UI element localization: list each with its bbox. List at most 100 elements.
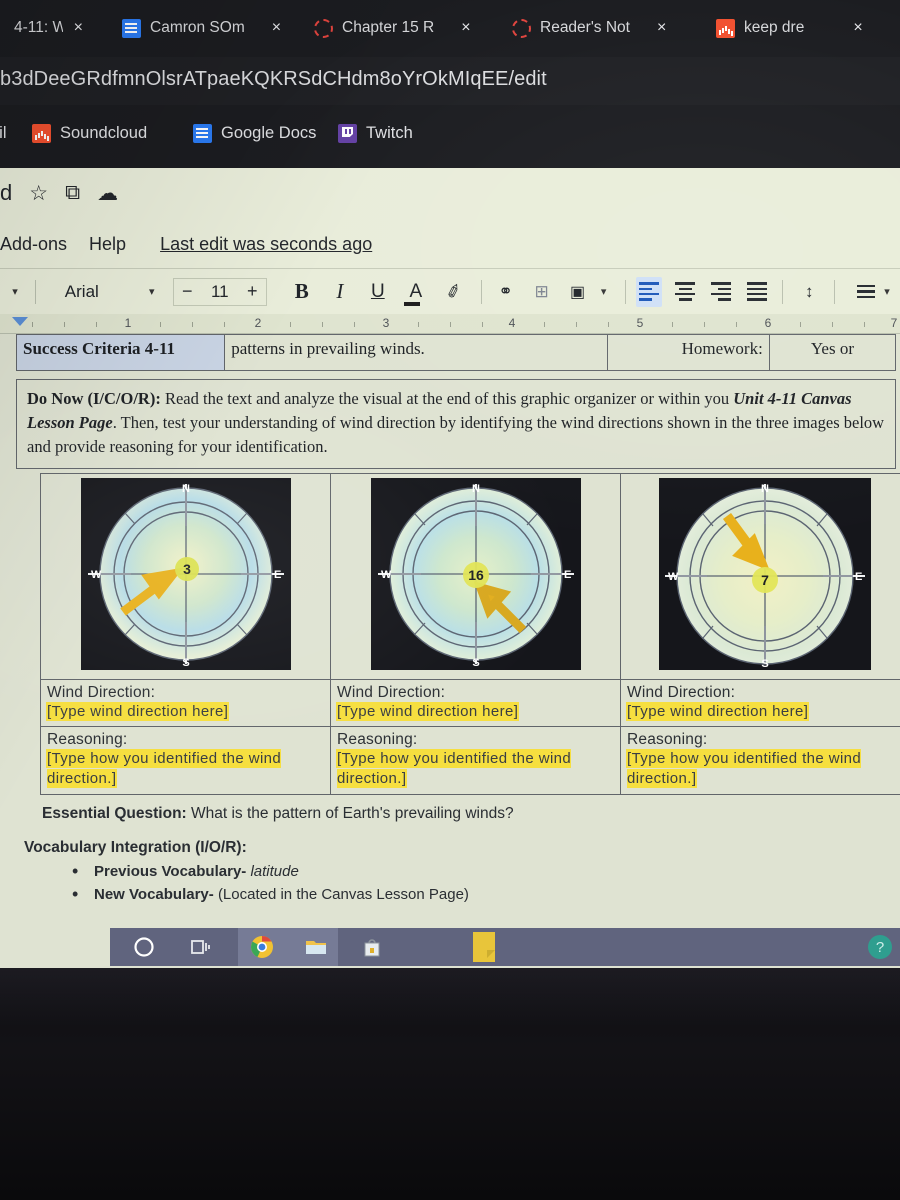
ruler-number: 3 [382,316,390,330]
wind-direction-input[interactable]: [Type wind direction here] [47,702,229,720]
essential-question: Essential Question: What is the pattern … [42,805,900,823]
star-icon[interactable]: ☆ [29,181,48,206]
tab-close-icon[interactable]: × [461,19,470,37]
vocabulary-list: Previous Vocabulary- latitude New Vocabu… [72,861,900,905]
tab-close-icon[interactable]: × [657,19,666,37]
do-now-text-1: Read the text and analyze the visual at … [160,389,730,408]
bold-button[interactable]: B [289,277,315,307]
reasoning-label: Reasoning: [47,731,128,749]
align-center-button[interactable] [672,277,698,307]
do-now-cell: Do Now (I/C/O/R): Read the text and anal… [16,379,896,469]
do-now-lead: Do Now (I/C/O/R): [27,389,161,408]
font-size-value[interactable]: 11 [201,282,239,302]
toolbar-divider [782,279,784,304]
tab-close-icon[interactable]: × [74,19,83,37]
chevron-down-icon[interactable]: ▾ [2,277,28,307]
wind-direction-cell-2[interactable]: Wind Direction: [Type wind direction her… [330,678,621,728]
wind-direction-input[interactable]: [Type wind direction here] [627,702,809,720]
list-item: Previous Vocabulary- latitude [72,861,900,882]
wind-direction-input[interactable]: [Type wind direction here] [337,702,519,720]
align-right-icon [711,282,732,301]
bookmark-soundcloud[interactable]: Soundcloud [32,124,147,143]
bookmark-gmail[interactable]: ail [0,124,7,143]
compass-east-label-3: E [855,571,862,583]
homework-value: Yes or [768,334,897,371]
underline-button[interactable]: U [365,277,391,307]
document-ruler[interactable]: 1 2 3 4 5 6 7 [0,314,900,334]
browser-tab-4[interactable]: keep dre × [712,8,867,48]
chrome-icon[interactable] [248,933,276,961]
google-docs-app: d ☆ ⧉ ☁ Add-ons Help Last edit was secon… [0,168,900,1104]
browser-tab-0[interactable]: 4-11: Wi × [0,8,87,48]
compass-center-number-3: 7 [761,572,769,588]
success-criteria-title: Success Criteria 4-11 [15,334,226,371]
docs-title-bar: d ☆ ⧉ ☁ Add-ons Help Last edit was secon… [0,168,900,254]
insert-image-caret-icon[interactable]: ▾ [591,277,617,307]
insert-link-icon[interactable]: ⚭ [493,277,519,307]
line-spacing-icon[interactable]: ↕ [796,277,822,307]
toolbar-divider [834,279,835,304]
indent-marker-icon[interactable] [12,317,28,326]
bookmark-twitch[interactable]: Twitch [338,124,413,143]
highlight-color-icon[interactable]: ✐ [437,273,471,310]
reasoning-input[interactable]: [Type how you identified the wind direct… [627,750,862,788]
reasoning-cell-3[interactable]: Reasoning: [Type how you identified the … [620,726,900,795]
align-justify-icon [747,282,768,301]
omnibox[interactable]: b3dDeeGRdfmnOlsrATpaeKQKRSdCHdm8oYrOkMIq… [0,57,900,105]
tab-label: 4-11: Wi [14,19,63,36]
compass-north-label-1: N [182,483,190,495]
compass-rose-image-2: 16 N S W E [370,477,581,670]
help-icon[interactable]: ? [868,935,892,959]
reasoning-input[interactable]: [Type how you identified the wind direct… [337,750,572,788]
cortana-circle-icon[interactable] [130,933,158,961]
tab-label: keep dre [744,19,805,36]
align-right-button[interactable] [708,277,734,307]
google-docs-icon [193,124,212,143]
compass-cell-1: 3 N S W E [40,472,331,680]
tab-label: Camron SOm [150,19,245,36]
compass-east-label-2: E [564,569,571,581]
numbered-list-caret-icon[interactable]: ▾ [874,277,900,307]
table-row: Do Now (I/C/O/R): Read the text and anal… [16,379,896,469]
browser-tab-3[interactable]: Reader's Not × [508,8,670,48]
insert-image-icon[interactable]: ▣ [565,277,591,307]
sticky-note-icon[interactable] [468,930,500,964]
browser-tab-2[interactable]: Chapter 15 R × [310,8,475,48]
task-view-icon[interactable] [186,933,214,961]
font-family-select[interactable]: Arial [43,282,139,302]
align-justify-button[interactable] [744,277,770,307]
bookmark-label: Twitch [366,124,413,142]
reasoning-label: Reasoning: [337,731,418,749]
numbered-list-button[interactable] [848,277,875,307]
tab-close-icon[interactable]: × [272,19,281,37]
font-size-stepper[interactable]: − 11 + [172,277,267,306]
move-to-folder-icon[interactable]: ⧉ [65,181,80,205]
browser-tab-1[interactable]: Camron SOm × [118,8,285,48]
compass-rose-svg-1: 3 N S W E [80,477,291,670]
wind-direction-cell-3[interactable]: Wind Direction: [Type wind direction her… [620,678,900,728]
cloud-saved-icon[interactable]: ☁ [97,181,118,206]
font-size-increase-button[interactable]: + [239,281,266,302]
list-item: New Vocabulary- (Located in the Canvas L… [72,884,900,905]
microsoft-store-icon[interactable] [358,933,386,961]
ruler-number: 6 [764,316,772,330]
align-left-button[interactable] [636,276,663,307]
table-row: Wind Direction: [Type wind direction her… [40,678,900,728]
menu-help[interactable]: Help [89,234,126,255]
wind-direction-cell-1[interactable]: Wind Direction: [Type wind direction her… [40,678,331,728]
last-edit-status[interactable]: Last edit was seconds ago [160,234,372,255]
add-comment-icon[interactable]: ⊞ [529,277,555,307]
reasoning-cell-2[interactable]: Reasoning: [Type how you identified the … [330,726,621,795]
italic-button[interactable]: I [327,277,353,307]
reasoning-input[interactable]: [Type how you identified the wind direct… [47,750,282,788]
menu-add-ons[interactable]: Add-ons [0,234,67,255]
compass-south-label-2: S [472,657,479,669]
text-color-button[interactable]: A [403,277,429,307]
font-size-decrease-button[interactable]: − [174,281,201,302]
file-explorer-icon[interactable] [302,933,330,961]
font-family-caret-icon[interactable]: ▾ [139,277,165,307]
success-criteria-table: Success Criteria 4-11 patterns in prevai… [15,334,897,371]
bookmark-google-docs[interactable]: Google Docs [193,124,316,143]
tab-close-icon[interactable]: × [853,19,862,37]
reasoning-cell-1[interactable]: Reasoning: [Type how you identified the … [40,726,331,795]
